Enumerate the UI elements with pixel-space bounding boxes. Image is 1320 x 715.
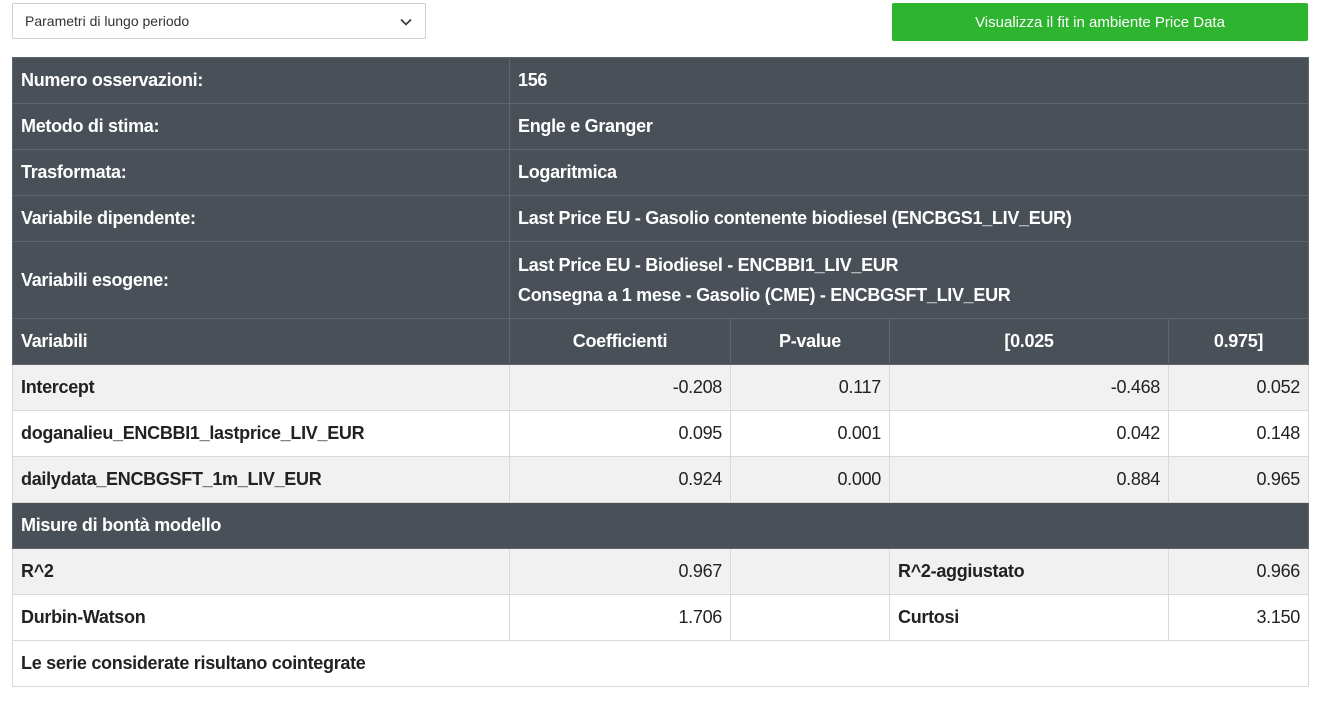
coefficient-value: 0.924	[509, 456, 731, 503]
toolbar: Parametri di lungo periodo Visualizza il…	[12, 3, 1308, 41]
regression-table: Numero osservazioni: 156 Metodo di stima…	[11, 57, 1310, 687]
coefficient-value: 0.095	[509, 410, 731, 457]
header-variables: Variabili	[12, 318, 510, 365]
method-label: Metodo di stima:	[12, 103, 510, 150]
coefficients-header-row: Variabili Coefficienti P-value [0.025 0.…	[12, 318, 1310, 365]
observations-row: Numero osservazioni: 156	[12, 57, 1310, 104]
goodness-header-row: Misure di bontà modello	[11, 502, 1310, 549]
dependent-label: Variabile dipendente:	[12, 195, 510, 242]
variable-name: doganalieu_ENCBBI1_lastprice_LIV_EUR	[12, 410, 510, 457]
r2-label: R^2	[12, 548, 510, 595]
durbin-watson-label: Durbin-Watson	[12, 594, 510, 641]
transform-value: Logaritmica	[508, 149, 1310, 196]
pvalue-value: 0.000	[730, 456, 890, 503]
conclusion-row: Le serie considerate risultano cointegra…	[11, 640, 1310, 687]
ci-high-value: 0.052	[1167, 364, 1310, 411]
dependent-row: Variabile dipendente: Last Price EU - Ga…	[12, 195, 1310, 242]
durbin-watson-value: 1.706	[509, 594, 731, 641]
coefficient-value: -0.208	[509, 364, 731, 411]
observations-value: 156	[508, 57, 1310, 104]
r2-adjusted-label: R^2-aggiustato	[889, 548, 1169, 595]
period-select[interactable]: Parametri di lungo periodo	[12, 3, 426, 39]
exogenous-values: Last Price EU - Biodiesel - ENCBBI1_LIV_…	[508, 241, 1310, 319]
observations-label: Numero osservazioni:	[12, 57, 510, 104]
exogenous-row: Variabili esogene: Last Price EU - Biodi…	[12, 241, 1310, 319]
r2-adjusted-value: 0.966	[1167, 548, 1310, 595]
kurtosis-value: 3.150	[1167, 594, 1310, 641]
r2-value: 0.967	[509, 548, 731, 595]
ci-high-value: 0.965	[1167, 456, 1310, 503]
period-select-value: Parametri di lungo periodo	[25, 13, 190, 29]
view-fit-button[interactable]: Visualizza il fit in ambiente Price Data	[892, 3, 1308, 41]
ci-high-value: 0.148	[1167, 410, 1310, 457]
exogenous-value: Consegna a 1 mese - Gasolio (CME) - ENCB…	[518, 285, 1011, 305]
header-ci-high: 0.975]	[1167, 318, 1310, 365]
kurtosis-label: Curtosi	[889, 594, 1169, 641]
pvalue-value: 0.001	[730, 410, 890, 457]
goodness-row: R^2 0.967 R^2-aggiustato 0.966	[12, 548, 1310, 595]
goodness-title: Misure di bontà modello	[11, 502, 1310, 549]
goodness-row: Durbin-Watson 1.706 Curtosi 3.150	[12, 594, 1310, 641]
method-value: Engle e Granger	[508, 103, 1310, 150]
table-row: Intercept -0.208 0.117 -0.468 0.052	[12, 364, 1310, 411]
exogenous-label: Variabili esogene:	[12, 241, 510, 319]
header-coefficients: Coefficienti	[509, 318, 731, 365]
cointegration-conclusion: Le serie considerate risultano cointegra…	[11, 640, 1310, 687]
empty-cell	[730, 548, 890, 595]
dependent-value: Last Price EU - Gasolio contenente biodi…	[508, 195, 1310, 242]
ci-low-value: -0.468	[889, 364, 1169, 411]
ci-low-value: 0.042	[889, 410, 1169, 457]
variable-name: dailydata_ENCBGSFT_1m_LIV_EUR	[12, 456, 510, 503]
empty-cell	[730, 594, 890, 641]
chevron-down-icon	[400, 18, 412, 26]
header-pvalue: P-value	[730, 318, 890, 365]
variable-name: Intercept	[12, 364, 510, 411]
exogenous-value: Last Price EU - Biodiesel - ENCBBI1_LIV_…	[518, 255, 899, 275]
ci-low-value: 0.884	[889, 456, 1169, 503]
table-row: dailydata_ENCBGSFT_1m_LIV_EUR 0.924 0.00…	[12, 456, 1310, 503]
header-ci-low: [0.025	[889, 318, 1169, 365]
method-row: Metodo di stima: Engle e Granger	[12, 103, 1310, 150]
transform-row: Trasformata: Logaritmica	[12, 149, 1310, 196]
table-row: doganalieu_ENCBBI1_lastprice_LIV_EUR 0.0…	[12, 410, 1310, 457]
pvalue-value: 0.117	[730, 364, 890, 411]
transform-label: Trasformata:	[12, 149, 510, 196]
